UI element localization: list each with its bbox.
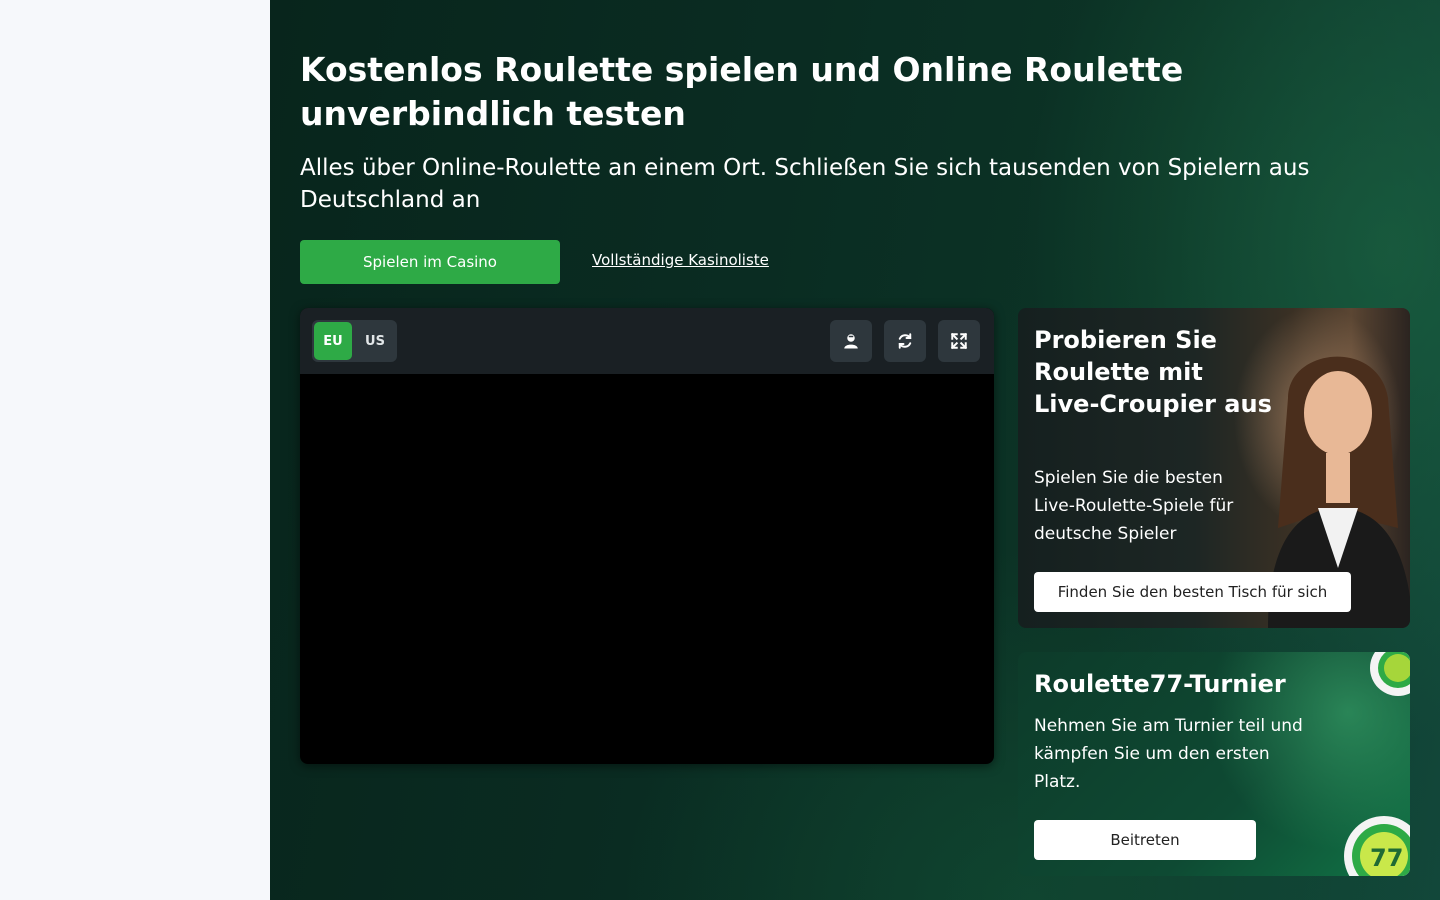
page-title: Kostenlos Roulette spielen und Online Ro…	[300, 50, 1184, 133]
main-content: Kostenlos Roulette spielen und Online Ro…	[270, 0, 1440, 900]
wheel-eu-button[interactable]: EU	[314, 322, 352, 360]
roulette-game-frame[interactable]: EU US	[300, 308, 994, 764]
chip-77-icon: 77	[1344, 816, 1410, 876]
tournament-card-title: Roulette77-Turnier	[1034, 670, 1286, 698]
fullscreen-button[interactable]	[938, 320, 980, 362]
wheel-us-button[interactable]: US	[356, 322, 394, 360]
page-subtitle: Alles über Online-Roulette an einem Ort.…	[300, 155, 1310, 213]
tournament-card: 77 Roulette77-Turnier Nehmen Sie am Turn…	[1018, 652, 1410, 876]
fullscreen-icon	[950, 332, 968, 350]
sidebar	[0, 0, 270, 900]
live-dealer-button[interactable]	[830, 320, 872, 362]
find-table-button[interactable]: Finden Sie den besten Tisch für sich	[1034, 572, 1351, 612]
play-in-casino-button[interactable]: Spielen im Casino	[300, 240, 560, 284]
live-card-title: Probieren Sie Roulette mit Live-Croupier…	[1034, 326, 1272, 418]
casino-list-link[interactable]: Vollständige Kasinoliste	[592, 251, 769, 269]
live-card-text: Spielen Sie die besten Live-Roulette-Spi…	[1034, 468, 1234, 544]
svg-text:77: 77	[1370, 844, 1403, 872]
game-toolbar: EU US	[300, 308, 994, 374]
live-dealer-card: Probieren Sie Roulette mit Live-Croupier…	[1018, 308, 1410, 628]
join-tournament-button[interactable]: Beitreten	[1034, 820, 1256, 860]
refresh-button[interactable]	[884, 320, 926, 362]
refresh-icon	[898, 333, 912, 349]
tournament-card-text: Nehmen Sie am Turnier teil und kämpfen S…	[1034, 716, 1303, 792]
dealer-icon	[844, 334, 858, 349]
wheel-type-toggle: EU US	[312, 320, 397, 362]
